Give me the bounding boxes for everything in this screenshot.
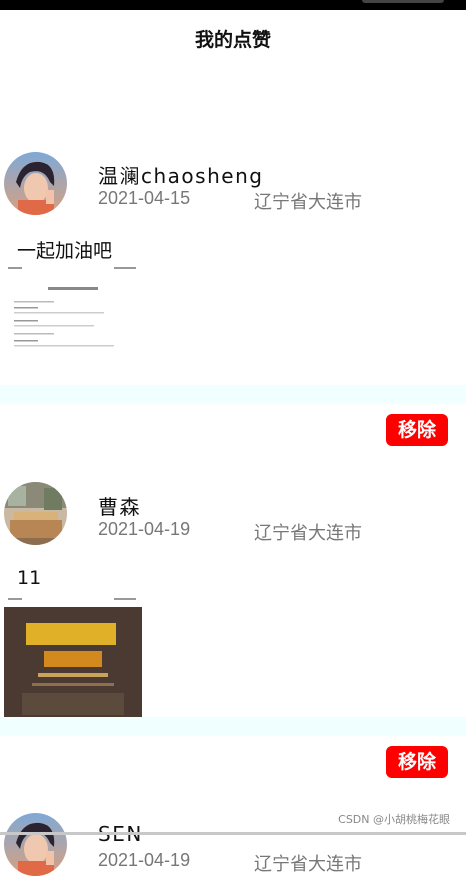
- post-content: 一起加油吧: [17, 240, 113, 262]
- post-image[interactable]: [4, 595, 142, 733]
- post-image[interactable]: [4, 265, 142, 403]
- status-bar: [0, 0, 466, 10]
- watermark: CSDN @小胡桃梅花眼: [338, 813, 450, 826]
- remove-button[interactable]: 移除: [386, 746, 448, 778]
- avatar[interactable]: [4, 813, 67, 876]
- post-separator: [0, 385, 466, 404]
- document-screenshot-icon: [4, 265, 142, 403]
- username[interactable]: 温澜chaosheng: [98, 160, 263, 189]
- status-pill: [362, 0, 444, 3]
- post-date: 2021-04-15: [98, 188, 191, 208]
- avatar-room-icon: [4, 482, 67, 545]
- avatar[interactable]: [4, 152, 67, 215]
- avatar-portrait-icon: [4, 152, 67, 215]
- post-location: 辽宁省大连市: [254, 523, 362, 544]
- post-location: 辽宁省大连市: [254, 854, 362, 875]
- post-content: 11: [17, 567, 42, 589]
- post-date: 2021-04-19: [98, 850, 191, 870]
- post-date: 2021-04-19: [98, 519, 191, 539]
- avatar-portrait-icon: [4, 813, 67, 876]
- poster-screenshot-icon: [4, 595, 142, 733]
- post-separator: [0, 717, 466, 736]
- page-title: 我的点赞: [194, 30, 271, 51]
- post-location: 辽宁省大连市: [254, 192, 362, 213]
- username[interactable]: 曹森: [98, 491, 141, 520]
- avatar[interactable]: [4, 482, 67, 545]
- remove-button[interactable]: 移除: [386, 414, 448, 446]
